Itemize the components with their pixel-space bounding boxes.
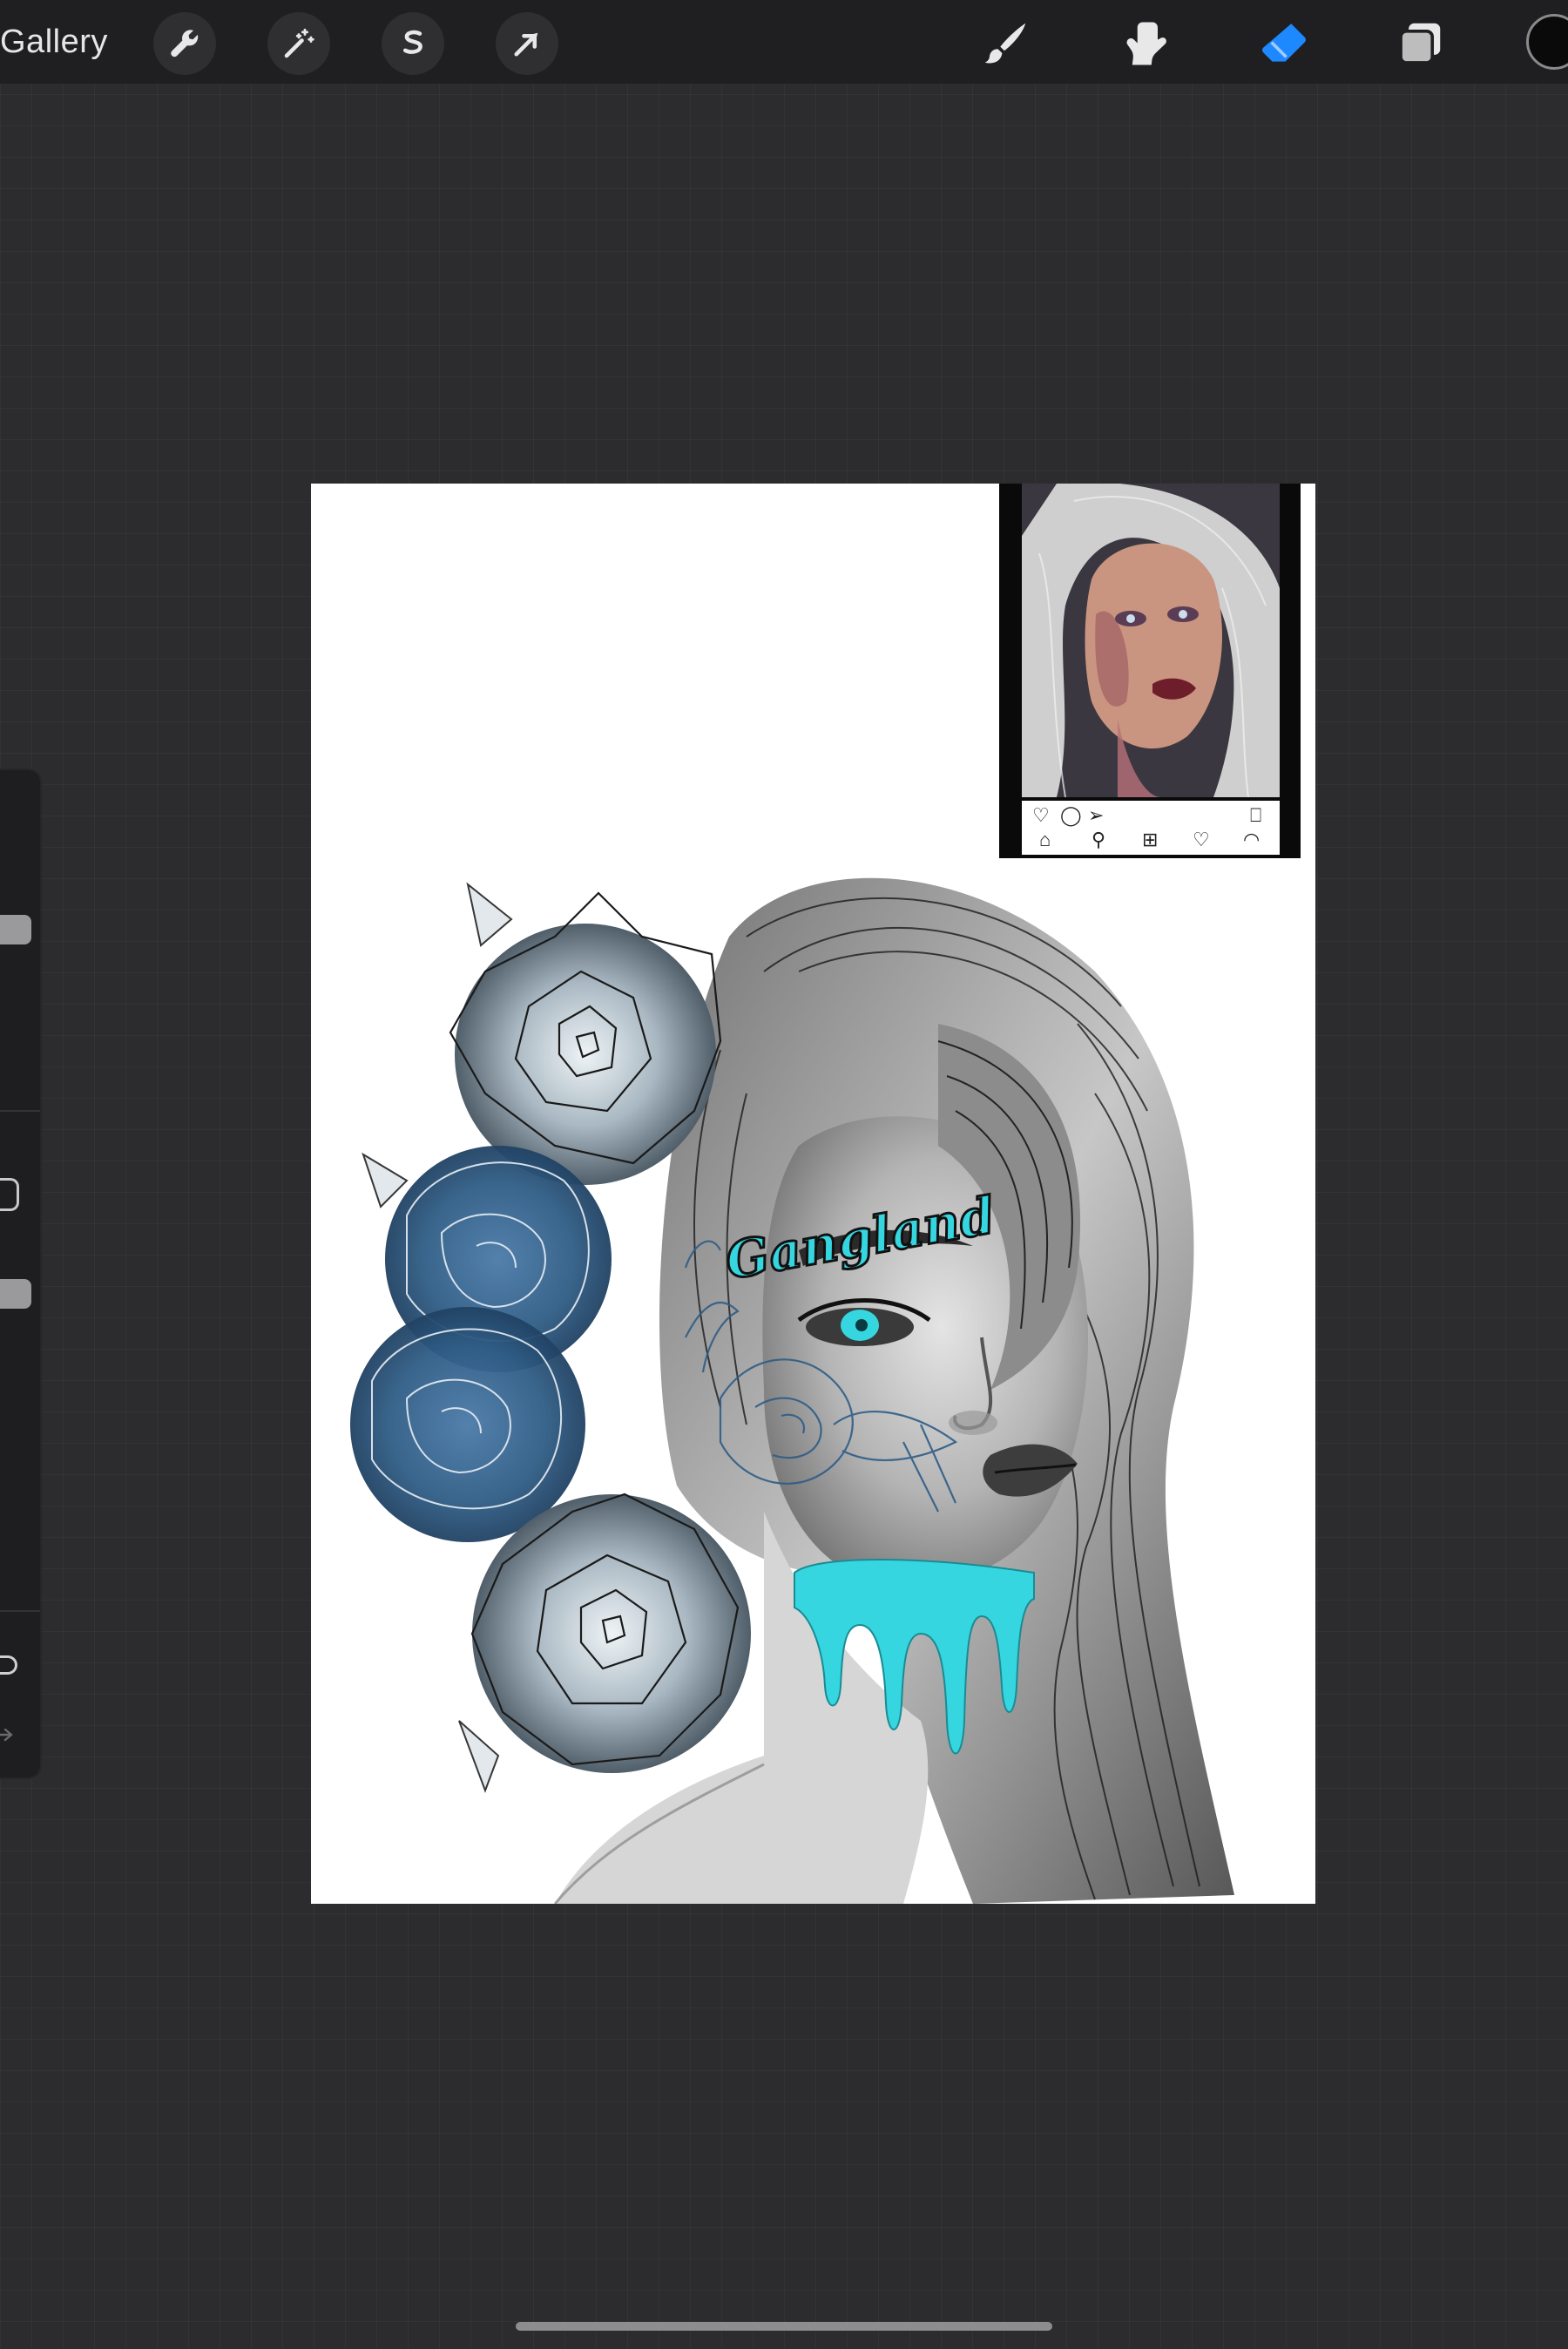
home-icon: ⌂ <box>1039 829 1051 850</box>
left-sidebar <box>0 770 40 1777</box>
wrench-icon <box>171 30 199 58</box>
opacity-slider[interactable] <box>0 1279 31 1309</box>
eraser-button[interactable] <box>1253 12 1315 75</box>
smudge-button[interactable] <box>1113 12 1176 75</box>
arrow-cursor-icon <box>514 32 538 57</box>
actions-button[interactable] <box>153 12 216 75</box>
undo-button[interactable] <box>0 1655 17 1675</box>
comment-icon: ◯ <box>1060 804 1082 826</box>
reference-app-bar: ♡ ◯ ➢ ⎕ ⌂ ⚲ ⊞ ♡ ◠ <box>1022 801 1280 855</box>
top-toolbar: Gallery <box>0 0 1568 84</box>
selection-button[interactable] <box>382 12 444 75</box>
transform-button[interactable] <box>496 12 558 75</box>
brush-icon <box>984 23 1026 64</box>
search-icon: ⚲ <box>1092 829 1106 850</box>
magic-wand-icon <box>284 28 314 58</box>
layers-icon <box>1399 23 1441 64</box>
adjustments-button[interactable] <box>267 12 330 75</box>
layers-button[interactable] <box>1389 12 1451 75</box>
brush-size-slider[interactable] <box>0 915 31 944</box>
bookmark-icon: ⎕ <box>1250 804 1262 826</box>
smudge-finger-icon <box>1126 22 1166 65</box>
gallery-button[interactable]: Gallery <box>0 16 108 68</box>
heart-icon: ♡ <box>1032 804 1050 826</box>
home-indicator <box>516 2322 1052 2331</box>
selection-s-icon <box>402 30 422 54</box>
redo-icon <box>0 1728 13 1742</box>
brush-button[interactable] <box>974 12 1037 75</box>
profile-icon: ◠ <box>1243 829 1260 850</box>
reference-window[interactable]: ♡ ◯ ➢ ⎕ ⌂ ⚲ ⊞ ♡ ◠ <box>999 484 1301 858</box>
eraser-icon <box>1262 24 1306 62</box>
add-icon: ⊞ <box>1142 829 1159 850</box>
redo-button[interactable] <box>0 1725 17 1744</box>
sidebar-divider <box>0 1610 40 1612</box>
color-picker-button[interactable] <box>1526 14 1568 70</box>
procreate-app: Gallery Gangland ♡ ◯ ➢ ⎕ ⌂ ⚲ ⊞ ♡ ◠ <box>0 0 1568 2349</box>
reference-portrait <box>1022 484 1280 797</box>
sidebar-divider <box>0 1110 40 1112</box>
reference-photo <box>1022 484 1280 797</box>
send-icon: ➢ <box>1088 804 1105 826</box>
activity-icon: ♡ <box>1193 829 1210 850</box>
modify-button[interactable] <box>0 1178 19 1211</box>
